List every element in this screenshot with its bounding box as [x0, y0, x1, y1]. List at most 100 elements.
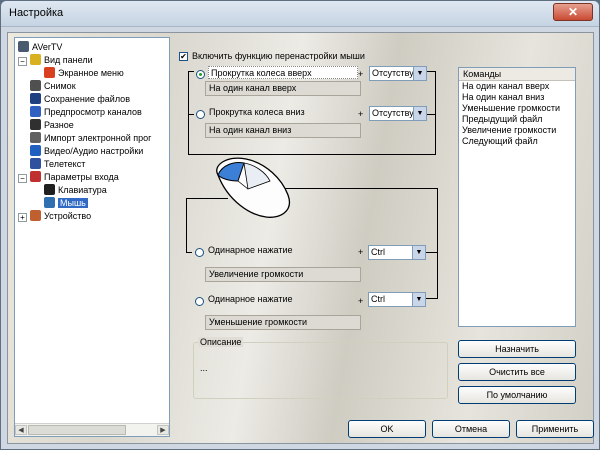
settings-tree[interactable]: AVerTV − Вид панели Экранное меню Снимок…: [14, 37, 170, 437]
settings-window: Настройка ✕ AVerTV − Вид панели Экранное…: [0, 0, 600, 450]
chevron-down-icon: ▼: [412, 293, 425, 306]
close-button[interactable]: ✕: [553, 3, 593, 21]
window-title: Настройка: [9, 7, 64, 19]
mouse-illustration-icon: [216, 157, 291, 218]
panel-view-icon: [30, 54, 41, 65]
description-group: Описание ...: [193, 337, 448, 399]
wheel-up-label: Прокрутка колеса вверх: [208, 66, 358, 79]
connector-line: [188, 114, 194, 115]
list-item[interactable]: Следующий файл: [459, 136, 575, 147]
tree-item-epg-import[interactable]: Импорт электронной прог: [30, 132, 151, 145]
expand-toggle-panel-view[interactable]: −: [18, 57, 27, 66]
tree-item-label: Вид панели: [44, 55, 93, 65]
connector-line: [426, 298, 438, 299]
right-click-radio[interactable]: [195, 297, 204, 306]
scroll-left-icon[interactable]: ◀: [15, 425, 27, 435]
list-item[interactable]: Увеличение громкости: [459, 125, 575, 136]
tree-item-label: Разное: [44, 120, 74, 130]
wheel-up-modifier-select[interactable]: Отсутству ▼: [369, 66, 427, 81]
tree-item-label: Сохранение файлов: [44, 94, 130, 104]
connector-line: [426, 252, 438, 253]
tree-horizontal-scrollbar[interactable]: ◀ ▶: [15, 423, 169, 436]
tree-item-label: Телетекст: [44, 159, 86, 169]
left-click-action-field[interactable]: Увеличение громкости: [205, 267, 361, 282]
apply-button[interactable]: Применить: [516, 420, 594, 438]
tree-item-device[interactable]: Устройство: [30, 210, 91, 223]
tree-item-misc[interactable]: Разное: [30, 119, 74, 132]
tree-item-label: Предпросмотр каналов: [44, 107, 142, 117]
left-click-radio[interactable]: [195, 248, 204, 257]
wheel-down-action-field[interactable]: На один канал вниз: [205, 123, 361, 138]
ok-button[interactable]: OK: [348, 420, 426, 438]
input-params-icon: [30, 171, 41, 182]
wheel-up-action-field[interactable]: На один канал вверх: [205, 81, 361, 96]
keyboard-icon: [44, 184, 55, 195]
osd-menu-icon: [44, 67, 55, 78]
list-item[interactable]: На один канал вниз: [459, 92, 575, 103]
right-click-modifier-select[interactable]: Ctrl ▼: [368, 292, 426, 307]
connector-line: [437, 188, 438, 299]
commands-header[interactable]: Команды: [459, 68, 575, 81]
tree-item-label: Импорт электронной прог: [44, 133, 152, 143]
misc-icon: [30, 119, 41, 130]
wheel-down-radio[interactable]: [196, 110, 205, 119]
tree-item-mouse[interactable]: Мышь: [44, 197, 88, 210]
commands-list[interactable]: Команды На один канал вверх На один кана…: [458, 67, 576, 327]
wheel-down-label: Прокрутка колеса вниз: [209, 107, 305, 117]
assign-button[interactable]: Назначить: [458, 340, 576, 358]
wheel-down-modifier-select[interactable]: Отсутству ▼: [369, 106, 427, 121]
tree-item-snapshot[interactable]: Снимок: [30, 80, 76, 93]
tree-item-label: Параметры входа: [44, 172, 119, 182]
camera-icon: [30, 80, 41, 91]
expand-toggle-input-params[interactable]: −: [18, 174, 27, 183]
tree-item-teletext[interactable]: Телетекст: [30, 158, 85, 171]
description-text: ...: [200, 363, 208, 373]
tree-item-save-files[interactable]: Сохранение файлов: [30, 93, 130, 106]
expand-toggle-device[interactable]: +: [18, 213, 27, 222]
title-bar: Настройка ✕: [1, 1, 599, 27]
plus-sign: +: [358, 247, 364, 257]
plus-sign: +: [358, 69, 364, 79]
connector-line: [188, 71, 194, 72]
connector-line: [427, 71, 436, 72]
eye-icon: [30, 106, 41, 117]
tree-item-keyboard[interactable]: Клавиатура: [44, 184, 107, 197]
enable-mouse-remap-checkbox[interactable]: ✔: [179, 52, 188, 61]
mouse-icon: [44, 197, 55, 208]
save-icon: [30, 93, 41, 104]
select-value: Ctrl: [371, 247, 385, 257]
connector-line: [186, 198, 187, 253]
list-item[interactable]: Уменьшение громкости: [459, 103, 575, 114]
scrollbar-thumb[interactable]: [28, 425, 126, 435]
dialog-body: AVerTV − Вид панели Экранное меню Снимок…: [7, 32, 594, 444]
list-item[interactable]: Предыдущий файл: [459, 114, 575, 125]
connector-line: [427, 114, 436, 115]
connector-line: [186, 252, 192, 253]
clear-all-button[interactable]: Очистить все: [458, 363, 576, 381]
tree-item-video-audio[interactable]: Видео/Аудио настройки: [30, 145, 143, 158]
cancel-button[interactable]: Отмена: [432, 420, 510, 438]
list-item[interactable]: На один канал вверх: [459, 81, 575, 92]
tree-item-label: Мышь: [58, 198, 88, 208]
left-click-modifier-select[interactable]: Ctrl ▼: [368, 245, 426, 260]
tree-item-panel-view[interactable]: Вид панели: [30, 54, 93, 67]
app-icon: [18, 41, 29, 52]
plus-sign: +: [358, 296, 364, 306]
tree-item-input-params[interactable]: Параметры входа: [30, 171, 119, 184]
tree-item-label: Снимок: [44, 81, 76, 91]
tree-item-label: Видео/Аудио настройки: [44, 146, 144, 156]
enable-mouse-remap-label: Включить функцию перенастройки мыши: [192, 51, 365, 61]
tree-item-channel-preview[interactable]: Предпросмотр каналов: [30, 106, 142, 119]
wheel-up-radio[interactable]: [196, 70, 205, 79]
plus-sign: +: [358, 109, 364, 119]
select-value: Отсутству: [372, 108, 414, 118]
chevron-down-icon: ▼: [413, 107, 426, 120]
tree-item-avertv[interactable]: AVerTV: [18, 41, 62, 54]
default-button[interactable]: По умолчанию: [458, 386, 576, 404]
select-value: Ctrl: [371, 294, 385, 304]
import-icon: [30, 132, 41, 143]
tree-item-osd-menu[interactable]: Экранное меню: [44, 67, 124, 80]
right-click-action-field[interactable]: Уменьшение громкости: [205, 315, 361, 330]
scroll-right-icon[interactable]: ▶: [157, 425, 169, 435]
description-title: Описание: [198, 337, 244, 347]
